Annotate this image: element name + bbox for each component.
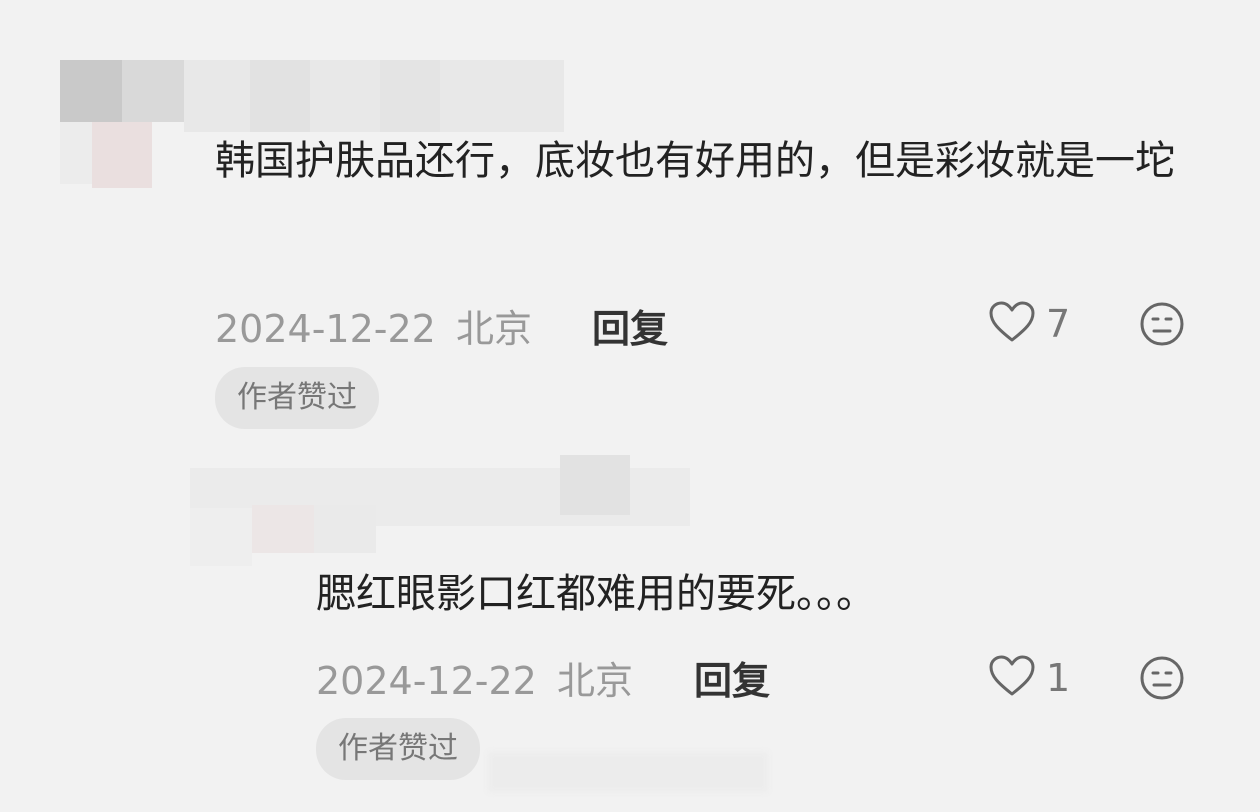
like-button[interactable]: 7 [988, 300, 1070, 348]
author-liked-badge: 作者赞过 [215, 367, 379, 429]
meh-face-icon [1138, 656, 1186, 706]
comment-date: 2024-12-22 [215, 307, 436, 351]
reply-button[interactable]: 回复 [592, 298, 668, 353]
like-count: 7 [1046, 302, 1071, 346]
like-button[interactable]: 1 [988, 654, 1070, 702]
comment-location: 北京 [455, 307, 532, 351]
comment-date: 2024-12-22 [316, 659, 537, 703]
comment-meta: 2024-12-22 北京 [316, 650, 633, 705]
dislike-button[interactable] [1138, 654, 1186, 706]
dislike-button[interactable] [1138, 300, 1186, 352]
comment-meta: 2024-12-22 北京 [215, 298, 532, 353]
heart-outline-icon [988, 654, 1036, 702]
meh-face-icon [1138, 302, 1186, 352]
author-liked-badge: 作者赞过 [316, 718, 480, 780]
comment-text: 韩国护肤品还行，底妆也有好用的，但是彩妆就是一坨 [215, 138, 1175, 184]
like-count: 1 [1046, 656, 1071, 700]
watermark [488, 752, 768, 792]
comment-text: 腮红眼影口红都难用的要死。。。 [316, 571, 876, 617]
comment-location: 北京 [556, 659, 633, 703]
heart-outline-icon [988, 300, 1036, 348]
reply-button[interactable]: 回复 [694, 650, 770, 705]
